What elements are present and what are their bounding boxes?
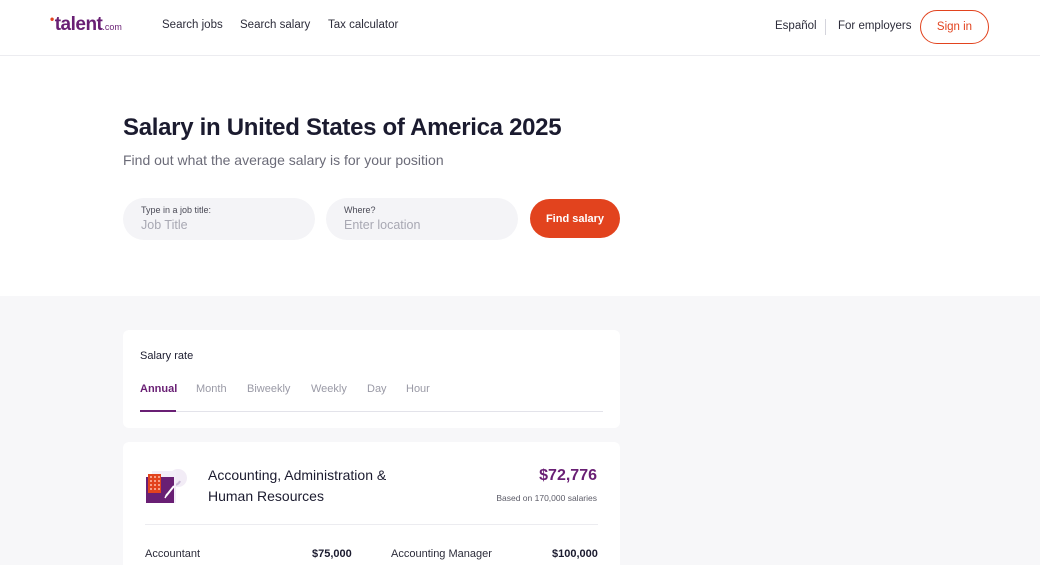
tab-annual[interactable]: Annual — [140, 383, 177, 395]
category-salary-basis: Based on 170,000 salaries — [496, 493, 597, 503]
job-title-field[interactable]: Type in a job title: Job Title — [123, 198, 315, 240]
location-field[interactable]: Where? Enter location — [326, 198, 518, 240]
job-salary-accounting-manager: $100,000 — [552, 548, 598, 560]
category-divider — [145, 524, 598, 525]
logo-text: talent — [54, 14, 103, 35]
tab-day[interactable]: Day — [367, 383, 387, 395]
category-card[interactable]: Accounting, Administration & Human Resou… — [123, 442, 620, 565]
job-title-accounting-manager[interactable]: Accounting Manager — [391, 548, 492, 560]
accounting-calculator-icon — [146, 469, 187, 503]
tab-weekly[interactable]: Weekly — [311, 383, 347, 395]
location-input[interactable]: Enter location — [344, 218, 500, 232]
location-label: Where? — [344, 205, 376, 215]
job-title-label: Type in a job title: — [141, 205, 212, 215]
salary-rate-card: Salary rate Annual Month Biweekly Weekly… — [123, 330, 620, 428]
nav-search-salary[interactable]: Search salary — [240, 19, 310, 31]
job-title-input[interactable]: Job Title — [141, 218, 297, 232]
sign-in-button[interactable]: Sign in — [920, 10, 989, 44]
nav-search-jobs[interactable]: Search jobs — [162, 19, 223, 31]
for-employers-link[interactable]: For employers — [838, 20, 912, 32]
page-title: Salary in United States of America 2025 — [123, 114, 562, 141]
job-salary-accountant: $75,000 — [312, 548, 352, 560]
site-header: •talent.com Search jobs Search salary Ta… — [0, 0, 1040, 56]
salary-rate-title: Salary rate — [140, 350, 194, 362]
hero-section: Salary in United States of America 2025 … — [0, 56, 1040, 296]
salary-rate-tabs: Annual Month Biweekly Weekly Day Hour — [140, 383, 603, 412]
nav-tax-calculator[interactable]: Tax calculator — [328, 19, 398, 31]
page-subtitle: Find out what the average salary is for … — [123, 152, 444, 168]
tab-month[interactable]: Month — [196, 383, 227, 395]
header-divider — [825, 19, 826, 35]
job-title-accountant[interactable]: Accountant — [145, 548, 200, 560]
category-average-salary: $72,776 — [539, 467, 597, 484]
active-tab-indicator — [140, 410, 176, 412]
tab-hour[interactable]: Hour — [406, 383, 430, 395]
find-salary-button[interactable]: Find salary — [530, 199, 620, 238]
category-name[interactable]: Accounting, Administration & Human Resou… — [208, 465, 428, 507]
language-switch[interactable]: Español — [775, 20, 817, 32]
talent-logo[interactable]: •talent.com — [50, 12, 122, 36]
tab-biweekly[interactable]: Biweekly — [247, 383, 290, 395]
logo-suffix: .com — [102, 22, 122, 32]
